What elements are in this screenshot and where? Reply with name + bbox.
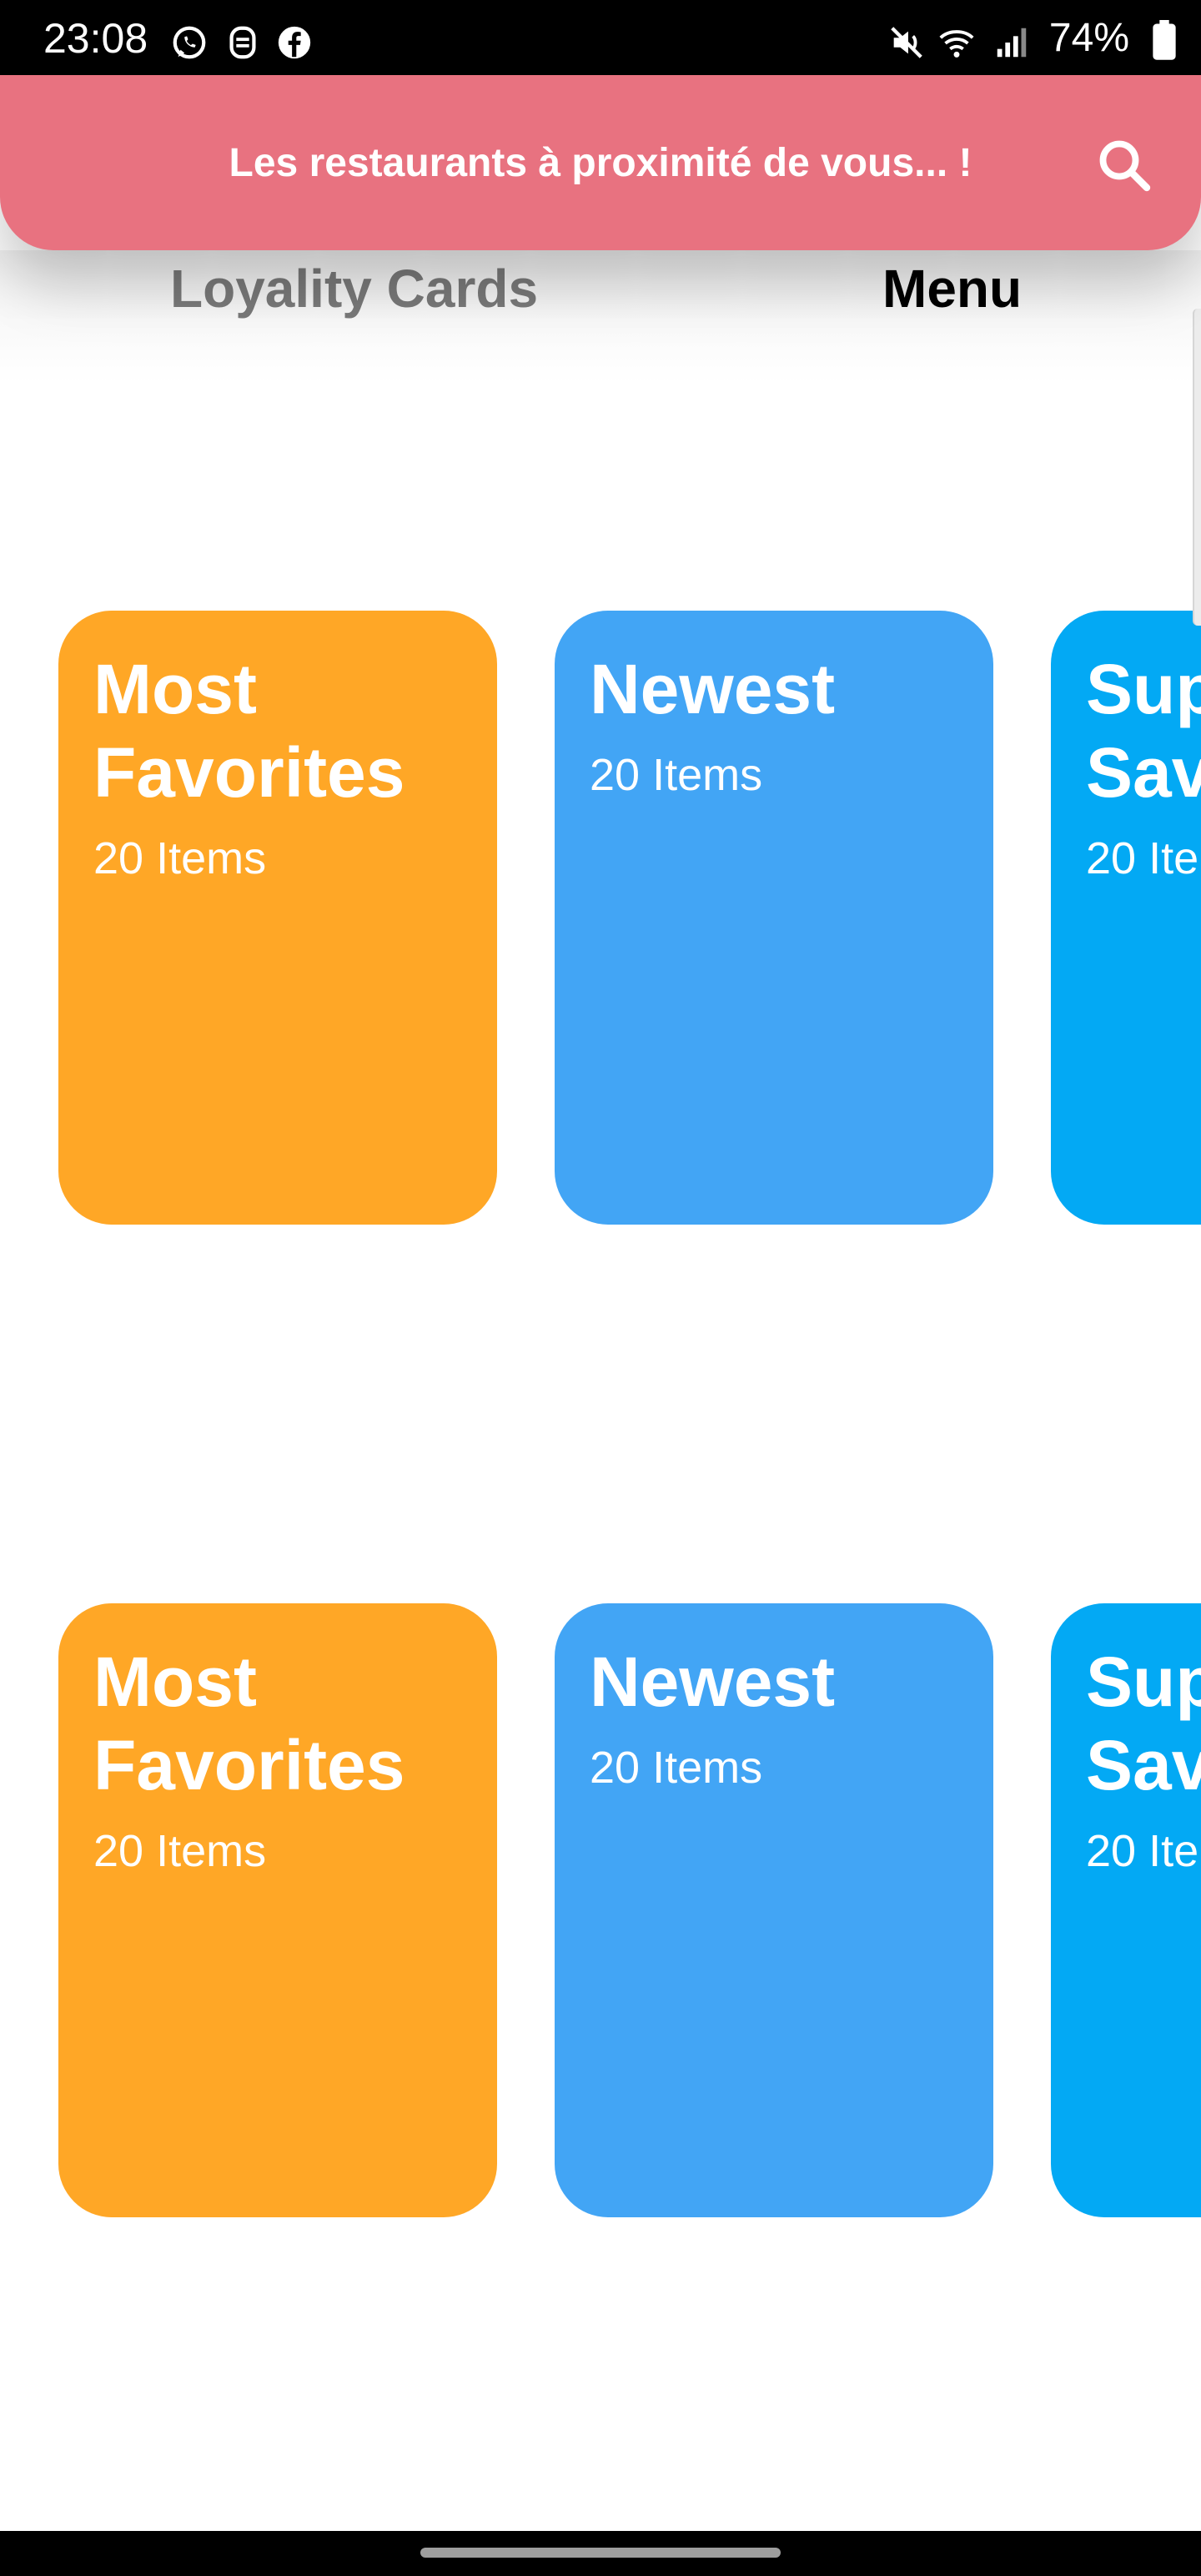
home-indicator[interactable] <box>420 2548 781 2558</box>
card-title: Newest <box>590 650 836 728</box>
mute-icon <box>891 27 922 58</box>
category-card-super-saver[interactable]: Super Saver 20 Items <box>1051 1603 1201 2217</box>
card-item-count: 20 Items <box>1086 1826 1201 1876</box>
category-card-super-saver[interactable]: Super Saver 20 Items <box>1051 611 1201 1225</box>
wifi-icon <box>939 30 974 58</box>
scrollbar[interactable] <box>1193 309 1201 626</box>
signal-icon <box>997 28 1027 58</box>
battery-percentage: 74% <box>1048 16 1129 60</box>
status-time: 23:08 <box>43 15 148 62</box>
card-item-count: 20 Items <box>93 833 267 883</box>
category-card-newest[interactable]: Newest 20 Items <box>555 1603 993 2217</box>
tab-bar: Loyality Cards Menu <box>0 250 1201 384</box>
app-screen: 23:08 74% Les restaurants à proximité de… <box>0 0 1201 2576</box>
category-card-newest[interactable]: Newest 20 Items <box>555 611 993 1225</box>
notification-app-icon <box>229 26 256 59</box>
card-title: Newest <box>590 1643 836 1721</box>
category-row: Most Favorites 20 Items Newest 20 Items … <box>0 611 1201 1225</box>
category-card-most-favorites[interactable]: Most Favorites 20 Items <box>58 611 497 1225</box>
card-title: Most Favorites <box>93 1643 405 1804</box>
card-title: Super Saver <box>1086 650 1201 812</box>
app-bar-title: Les restaurants à proximité de vous... ! <box>229 141 972 185</box>
facebook-icon <box>278 26 311 59</box>
card-item-count: 20 Items <box>590 1743 763 1793</box>
card-title: Most Favorites <box>93 650 405 812</box>
category-row: Most Favorites 20 Items Newest 20 Items … <box>0 1603 1201 2217</box>
card-item-count: 20 Items <box>1086 833 1201 883</box>
battery-icon <box>1153 20 1176 60</box>
card-title: Super Saver <box>1086 1643 1201 1804</box>
category-card-most-favorites[interactable]: Most Favorites 20 Items <box>58 1603 497 2217</box>
card-item-count: 20 Items <box>590 750 763 800</box>
navigation-bar <box>0 2531 1201 2576</box>
status-bar: 23:08 74% <box>0 0 1201 75</box>
search-icon[interactable] <box>1094 135 1154 195</box>
app-bar: Les restaurants à proximité de vous... ! <box>0 75 1201 250</box>
tab-menu[interactable]: Menu <box>882 255 1022 322</box>
tab-loyalty-cards[interactable]: Loyality Cards <box>170 255 538 322</box>
whatsapp-icon <box>173 26 206 59</box>
card-item-count: 20 Items <box>93 1826 267 1876</box>
